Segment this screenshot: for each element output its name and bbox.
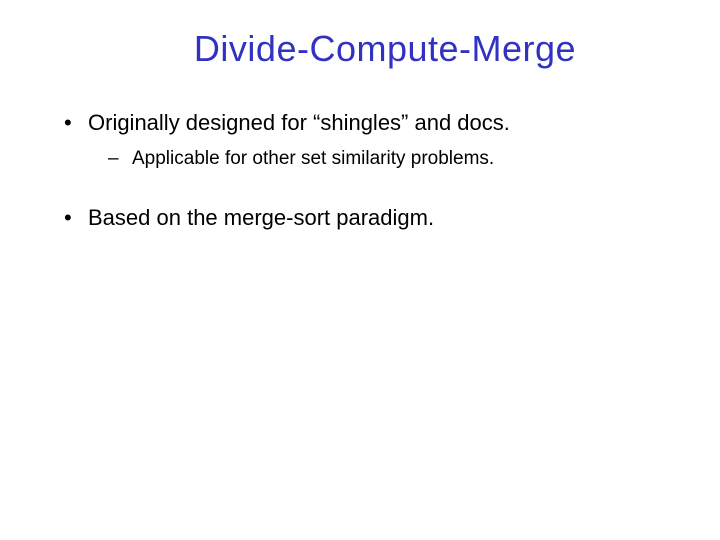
sub-bullet-item: Applicable for other set similarity prob… <box>40 146 680 172</box>
bullet-text: Based on the merge-sort paradigm. <box>88 205 434 230</box>
bullet-item: Originally designed for “shingles” and d… <box>40 108 680 138</box>
bullet-group-1: Originally designed for “shingles” and d… <box>40 108 680 171</box>
bullet-text: Originally designed for “shingles” and d… <box>88 110 510 135</box>
slide: Divide-Compute-Merge Originally designed… <box>0 0 720 540</box>
bullet-item: Based on the merge-sort paradigm. <box>40 203 680 233</box>
sub-bullet-text: Applicable for other set similarity prob… <box>132 148 494 169</box>
bullet-group-2: Based on the merge-sort paradigm. <box>40 203 680 233</box>
slide-title: Divide-Compute-Merge <box>90 28 680 70</box>
